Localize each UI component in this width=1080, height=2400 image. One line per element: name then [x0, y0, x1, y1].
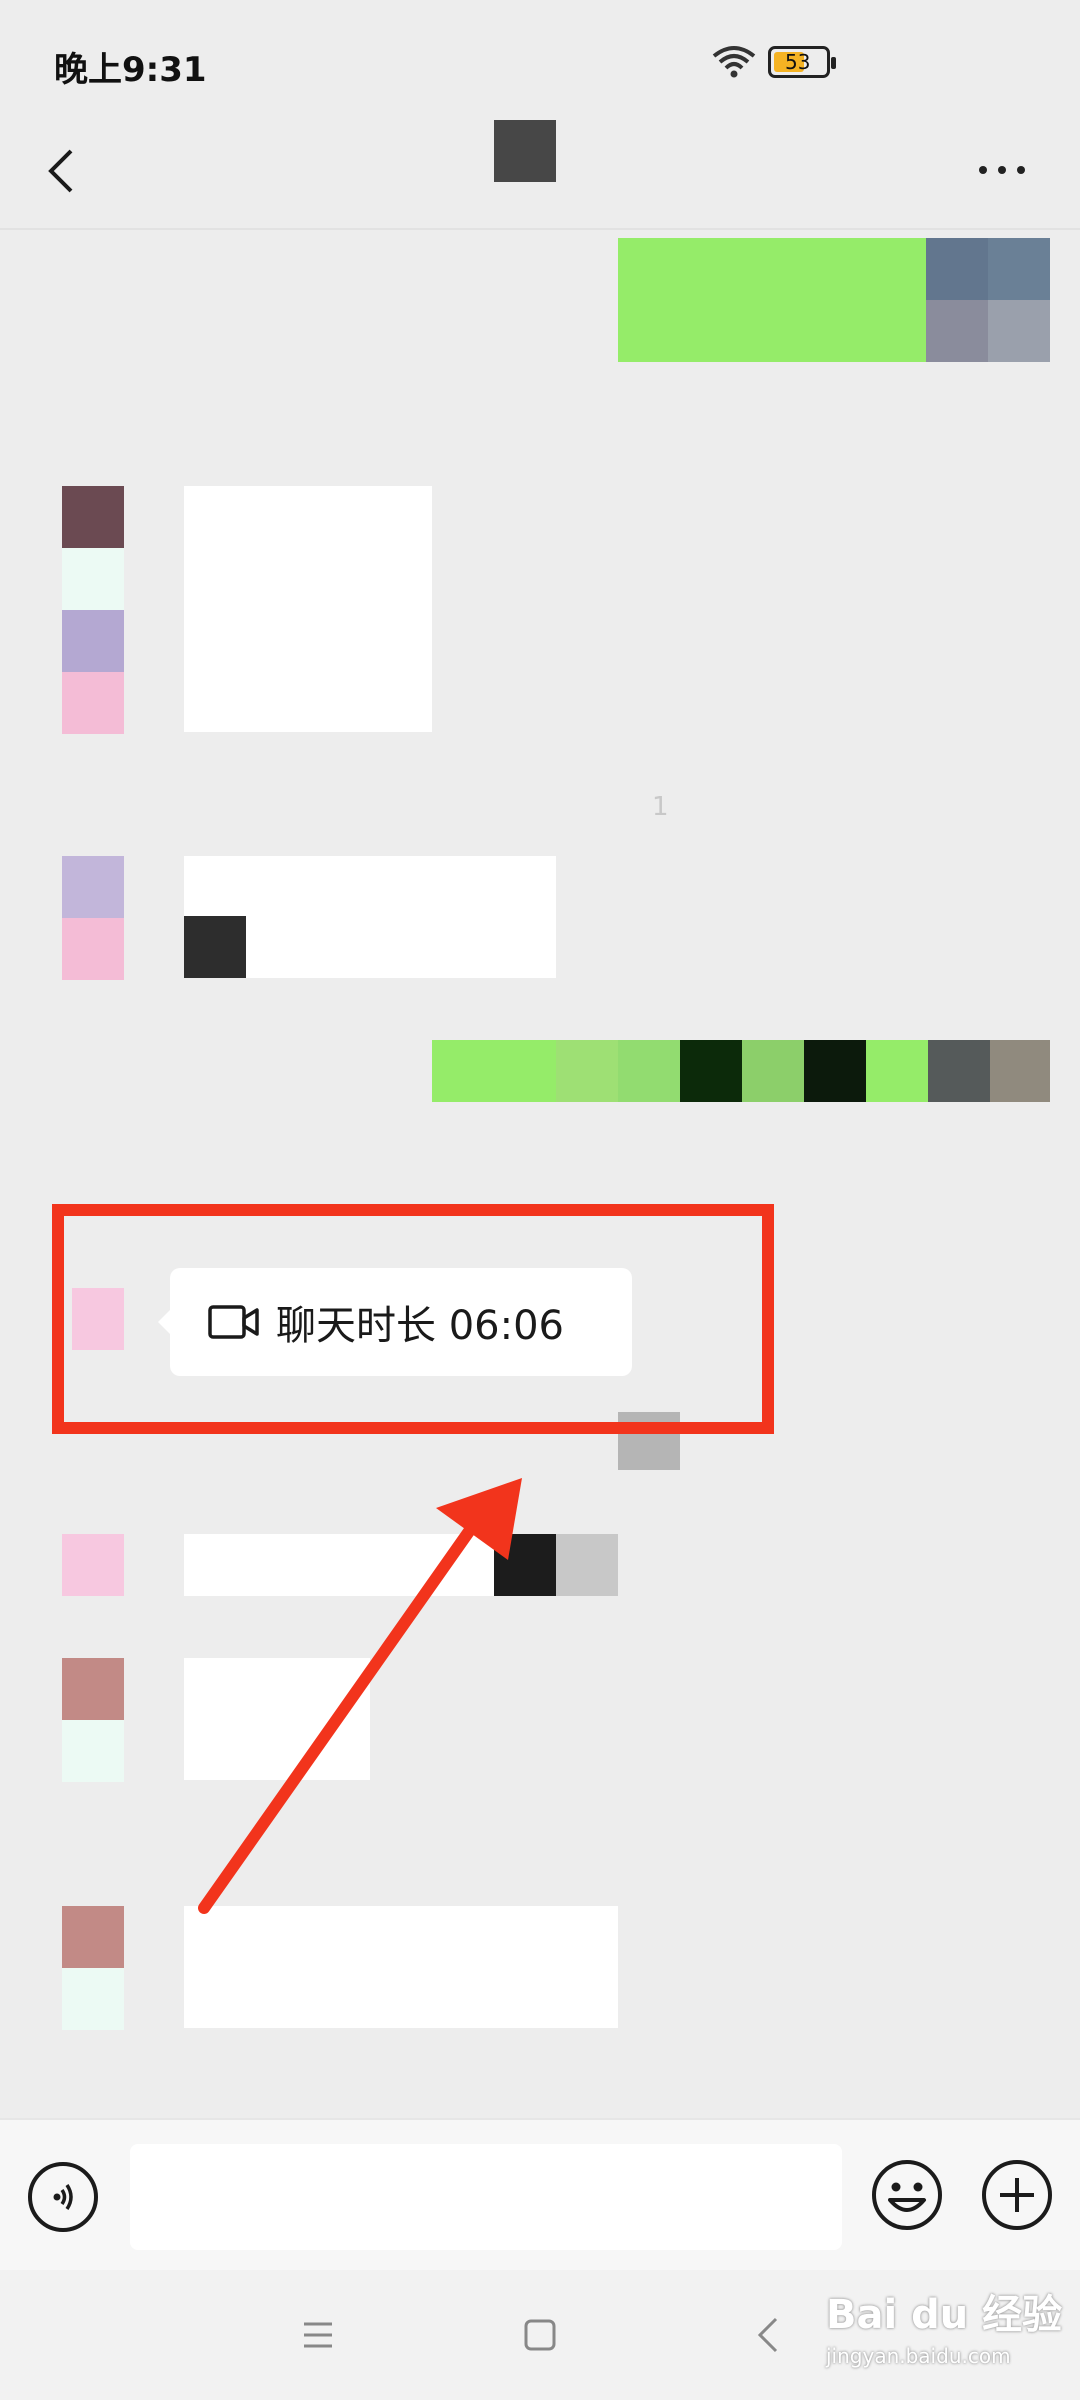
contact-avatar[interactable]	[62, 1906, 124, 2030]
battery-level: 53	[785, 50, 811, 74]
contact-avatar[interactable]	[62, 856, 124, 980]
home-icon	[524, 2319, 556, 2351]
contact-avatar[interactable]	[62, 486, 124, 734]
contact-avatar[interactable]	[62, 1658, 124, 1782]
battery-icon: 53	[768, 46, 836, 78]
more-button[interactable]	[972, 150, 1032, 190]
highlight-box	[52, 1204, 774, 1434]
more-dots-icon	[979, 166, 1025, 174]
input-bar	[0, 2118, 1080, 2270]
my-avatar-part	[988, 300, 1050, 362]
system-mark: 1	[652, 792, 669, 822]
nav-menu-button[interactable]	[288, 2310, 348, 2360]
chat-header	[0, 120, 1080, 230]
message-image-block	[556, 1534, 618, 1596]
emoji-button[interactable]	[870, 2158, 944, 2232]
watermark-brand: Bai du 经验	[826, 2292, 1063, 2338]
message-image-block	[494, 1534, 556, 1596]
message-image-block	[184, 916, 246, 978]
my-avatar	[928, 1040, 990, 1102]
my-avatar-part	[926, 300, 988, 362]
my-avatar-part	[990, 1040, 1050, 1102]
message-bubble-theirs[interactable]	[184, 1534, 494, 1596]
message-input[interactable]	[130, 2144, 842, 2250]
back-arrow-icon	[48, 149, 73, 193]
my-avatar-part	[988, 238, 1050, 300]
message-bubble-theirs[interactable]	[184, 1906, 618, 2028]
status-bar: 晚上9:31 53	[0, 0, 1080, 120]
wifi-icon	[712, 46, 756, 78]
nav-home-button[interactable]	[510, 2310, 570, 2360]
back-button[interactable]	[30, 136, 90, 206]
my-avatar	[926, 238, 988, 300]
back-icon	[757, 2317, 778, 2353]
contact-avatar[interactable]	[62, 1534, 124, 1596]
menu-icon	[304, 2322, 332, 2348]
message-bubble-theirs[interactable]	[184, 486, 432, 732]
status-time: 晚上9:31	[54, 50, 207, 90]
more-functions-button[interactable]	[980, 2158, 1054, 2232]
nav-back-button[interactable]	[738, 2310, 798, 2360]
message-bubble-mine[interactable]	[618, 238, 926, 362]
chat-title-avatar	[494, 120, 556, 182]
baidu-watermark: Bai du 经验 jingyan.baidu.com	[826, 2282, 1066, 2392]
voice-icon	[53, 2184, 73, 2210]
message-bubble-theirs[interactable]	[184, 1658, 370, 1780]
emoji-icon	[872, 2160, 942, 2230]
plus-icon	[982, 2160, 1052, 2230]
voice-button[interactable]	[28, 2162, 98, 2232]
watermark-url: jingyan.baidu.com	[826, 2344, 1011, 2368]
